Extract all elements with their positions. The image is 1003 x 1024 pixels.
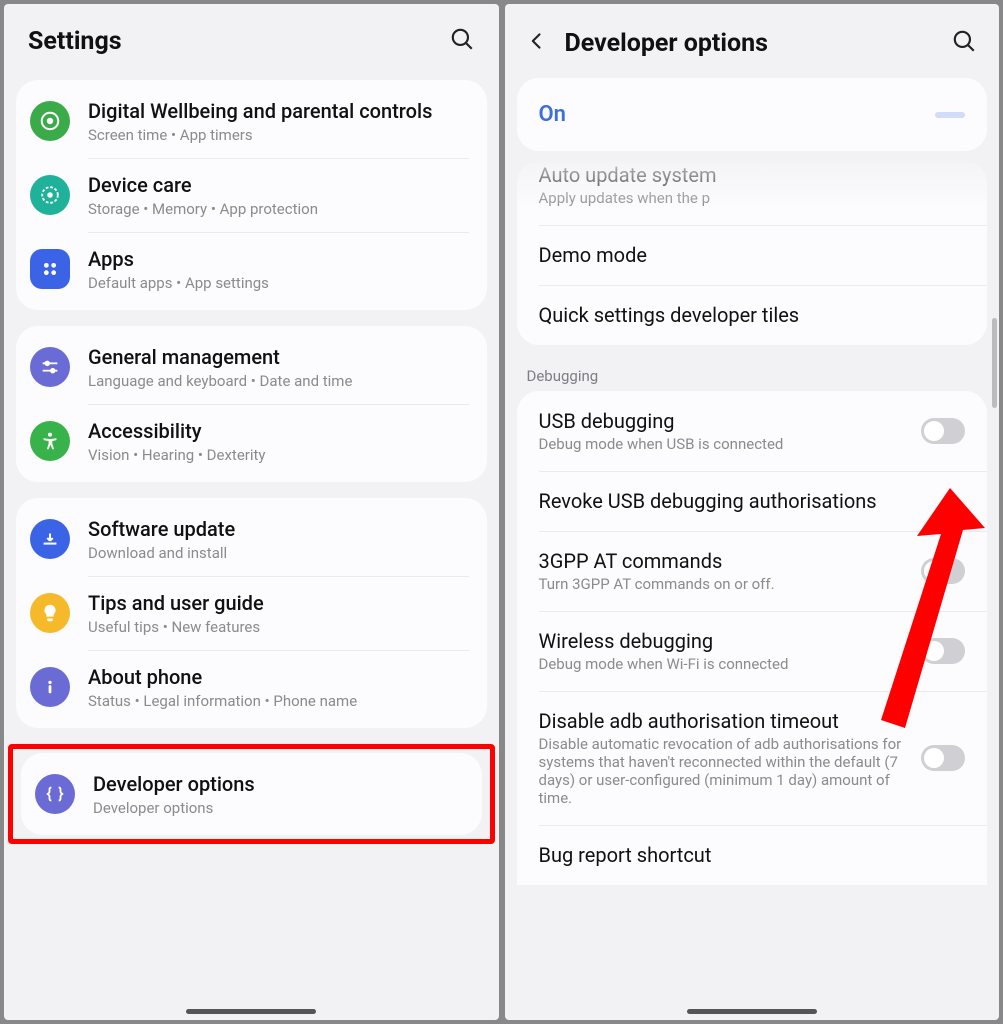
row-title: Digital Wellbeing and parental controls (88, 98, 432, 124)
row-title: Wireless debugging (539, 629, 910, 653)
info-icon (30, 667, 70, 707)
row-title: General management (88, 344, 352, 370)
settings-screen: Settings Digital Wellbeing and parental … (4, 4, 499, 1020)
row-title: Tips and user guide (88, 590, 264, 616)
settings-card: Software update Download and install Tips … (16, 498, 487, 728)
braces-icon (35, 774, 75, 814)
row-title: Developer options (93, 771, 255, 797)
row-accessibility[interactable]: Accessibility Vision • Hearing • Dexterit… (16, 404, 487, 478)
row-demo-mode[interactable]: Demo mode (517, 225, 988, 285)
row-subtitle: Screen time • App timers (88, 126, 432, 144)
row-subtitle: Language and keyboard • Date and time (88, 372, 352, 390)
options-list: Auto update system Apply updates when th… (517, 161, 988, 345)
row-subtitle: Debug mode when USB is connected (539, 435, 910, 453)
row-title: Quick settings developer tiles (539, 303, 966, 327)
page-title: Developer options (565, 29, 934, 58)
page-title: Settings (28, 27, 122, 56)
row-subtitle: Apply updates when the p (539, 189, 966, 207)
shield-icon (30, 175, 70, 215)
developer-options-master-toggle[interactable]: On (517, 78, 988, 151)
home-indicator[interactable] (687, 1009, 817, 1014)
a11y-icon (30, 421, 70, 461)
row-bug-report-shortcut[interactable]: Bug report shortcut (517, 825, 988, 885)
row-apps[interactable]: Apps Default apps • App settings (16, 232, 487, 306)
row-subtitle: Useful tips • New features (88, 618, 264, 636)
bulb-icon (30, 593, 70, 633)
row-title: Accessibility (88, 418, 266, 444)
developer-header: Developer options (505, 4, 1000, 78)
wellbeing-icon (30, 101, 70, 141)
row-title: Bug report shortcut (539, 843, 954, 867)
row-subtitle: Debug mode when Wi-Fi is connected (539, 655, 910, 673)
row-wireless-debugging[interactable]: Wireless debugging Debug mode when Wi-Fi … (517, 611, 988, 691)
toggle-on-icon (935, 112, 965, 118)
sliders-icon (30, 347, 70, 387)
row-gpp-at-commands[interactable]: 3GPP AT commands Turn 3GPP AT commands on… (517, 531, 988, 611)
row-auto-update[interactable]: Auto update system Apply updates when th… (517, 161, 988, 225)
update-icon (30, 519, 70, 559)
home-indicator[interactable] (186, 1009, 316, 1014)
apps-icon (30, 249, 70, 289)
row-title: 3GPP AT commands (539, 549, 910, 573)
search-icon[interactable] (449, 26, 475, 56)
row-title: Apps (88, 246, 269, 272)
row-subtitle: Download and install (88, 544, 235, 562)
master-toggle-card: On (517, 78, 988, 151)
row-usb-debugging[interactable]: USB debugging Debug mode when USB is conn… (517, 391, 988, 471)
developer-options-highlight: Developer options Developer options (8, 744, 495, 844)
row-title: Software update (88, 516, 235, 542)
settings-header: Settings (4, 4, 499, 74)
section-debugging: Debugging (505, 345, 1000, 391)
debugging-list: USB debugging Debug mode when USB is conn… (517, 391, 988, 885)
scrollbar[interactable] (992, 318, 997, 408)
row-title: USB debugging (539, 409, 910, 433)
row-subtitle: Vision • Hearing • Dexterity (88, 446, 266, 464)
row-title: Auto update system (539, 163, 966, 187)
row-general-management[interactable]: General management Language and keyboard … (16, 330, 487, 404)
row-developer-options[interactable]: Developer options Developer options (21, 757, 482, 831)
settings-card: Digital Wellbeing and parental controls S… (16, 80, 487, 310)
row-title: Disable adb authorisation timeout (539, 709, 910, 733)
row-digital-wellbeing-and-parental-controls[interactable]: Digital Wellbeing and parental controls S… (16, 84, 487, 158)
row-software-update[interactable]: Software update Download and install (16, 502, 487, 576)
row-subtitle: Status • Legal information • Phone name (88, 692, 357, 710)
row-title: Demo mode (539, 243, 966, 267)
toggle[interactable] (921, 558, 965, 584)
toggle[interactable] (921, 418, 965, 444)
row-title: Device care (88, 172, 318, 198)
row-subtitle: Default apps • App settings (88, 274, 269, 292)
on-label: On (539, 102, 566, 127)
settings-card: General management Language and keyboard … (16, 326, 487, 482)
developer-options-screen: Developer options On Auto update system … (505, 4, 1000, 1020)
row-tips-and-user-guide[interactable]: Tips and user guide Useful tips • New fea… (16, 576, 487, 650)
row-subtitle: Developer options (93, 799, 255, 817)
search-icon[interactable] (951, 28, 977, 58)
row-about-phone[interactable]: About phone Status • Legal information • … (16, 650, 487, 724)
row-subtitle: Storage • Memory • App protection (88, 200, 318, 218)
row-device-care[interactable]: Device care Storage • Memory • App protec… (16, 158, 487, 232)
toggle[interactable] (921, 745, 965, 771)
row-subtitle: Disable automatic revocation of adb auth… (539, 735, 910, 807)
row-quick-tiles[interactable]: Quick settings developer tiles (517, 285, 988, 345)
row-title: About phone (88, 664, 357, 690)
back-icon[interactable] (527, 31, 547, 55)
row-disable-adb-authorisation-timeout[interactable]: Disable adb authorisation timeoutDisable… (517, 691, 988, 825)
row-subtitle: Turn 3GPP AT commands on or off. (539, 575, 910, 593)
row-title: Revoke USB debugging authorisations (539, 489, 954, 513)
row-revoke-usb-debugging-authorisations[interactable]: Revoke USB debugging authorisations (517, 471, 988, 531)
toggle[interactable] (921, 638, 965, 664)
